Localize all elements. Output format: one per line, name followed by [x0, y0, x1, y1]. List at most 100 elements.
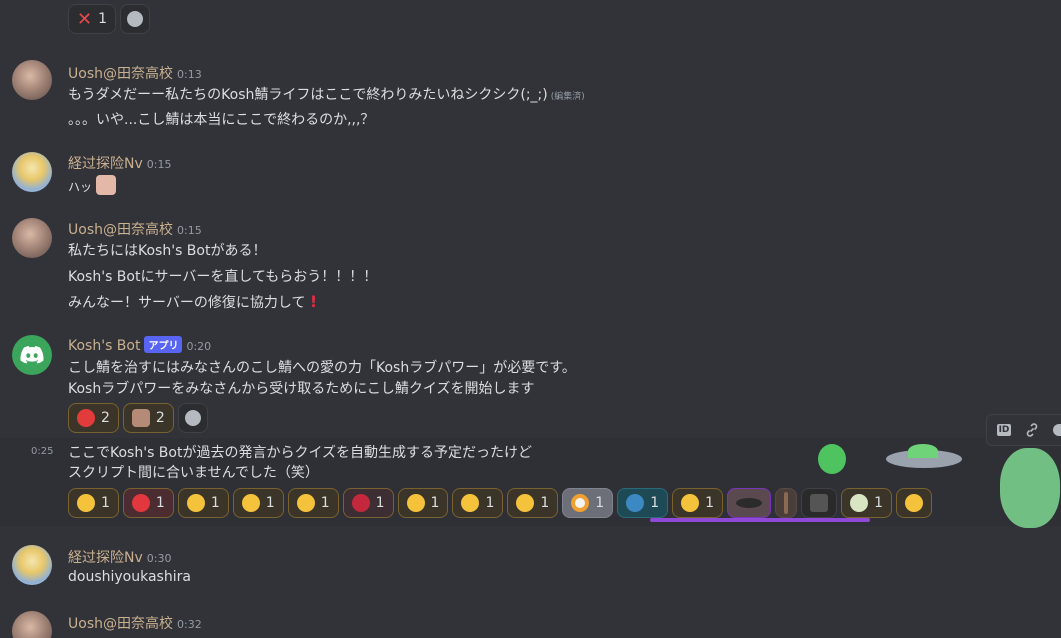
reaction-pleading-face[interactable]: 1 [68, 488, 119, 518]
message-author[interactable]: Uosh@田奈高校 0:32 [68, 613, 202, 633]
timestamp: 0:25 [31, 446, 54, 457]
reaction-brush-sticker[interactable] [775, 488, 798, 518]
face-sticker-icon [131, 409, 150, 427]
thinking-tear-face-icon [406, 494, 425, 512]
angry-face-icon [131, 494, 150, 512]
avatar[interactable] [12, 545, 52, 585]
avatar[interactable] [12, 611, 52, 638]
timestamp: 0:20 [186, 340, 212, 353]
message-line: ここでKosh's Botが過去の発言からクイズを自動生成する予定だったけど [68, 445, 533, 461]
message-line: こし鯖を治すにはみなさんのこし鯖への愛の力「Koshラブパワー」が必要です。 [68, 360, 576, 376]
image-sticker-icon [810, 494, 829, 512]
reaction-angry-blob[interactable]: 1 [342, 488, 394, 518]
grinning-face-icon [296, 494, 315, 512]
message-author[interactable]: Uosh@田奈高校 0:15 [68, 219, 202, 239]
timestamp: 0:32 [176, 618, 202, 631]
cross-mark-icon: ✕ [77, 8, 93, 30]
message-text: ハッ [68, 180, 93, 194]
brush-sticker-icon [784, 492, 789, 514]
reaction-bar-top: ✕ 1 [68, 4, 151, 34]
author-name[interactable]: 経过探险Nv [68, 156, 143, 172]
reaction-count: 1 [210, 495, 220, 511]
reaction-count: 1 [155, 495, 165, 511]
confounded-face-icon [186, 494, 205, 512]
timestamp: 0:15 [176, 224, 202, 237]
reaction-count: 1 [705, 495, 715, 511]
timestamp: 0:30 [146, 552, 172, 565]
reaction-count: 1 [540, 495, 550, 511]
reaction-count: 1 [650, 495, 660, 511]
message-author[interactable]: 経过探险Nv 0:15 [68, 153, 171, 173]
message-line: 。。。いや...こし鯖は本当にここで終わるのか,,,？ [68, 112, 375, 128]
upside-down-face-icon [241, 494, 260, 512]
reaction-count: 1 [375, 495, 385, 511]
add-reaction-button[interactable] [177, 403, 208, 433]
message-author[interactable]: Uosh@田奈高校 0:13 [68, 63, 202, 83]
reaction-bar: 2 2 [68, 403, 208, 433]
reaction-anime-face[interactable]: 1 [841, 488, 892, 518]
reaction-confounded-face[interactable]: 1 [177, 488, 229, 518]
reaction-smirk-face[interactable] [895, 488, 932, 518]
author-name[interactable]: Uosh@田奈高校 [68, 66, 173, 82]
author-name[interactable]: 経过探险Nv [68, 550, 143, 566]
sweat-smile-face-icon [461, 494, 480, 512]
reaction-grinning-face[interactable]: 1 [287, 488, 339, 518]
reaction-count: 1 [265, 495, 275, 511]
author-name[interactable]: Kosh's Bot [68, 338, 140, 354]
app-badge: アプリ [144, 336, 183, 353]
eye-sticker-icon [736, 498, 763, 508]
avatar[interactable] [12, 152, 52, 192]
smiley-add-icon [127, 11, 144, 27]
timestamp: 0:15 [146, 158, 172, 171]
grimacing-face-icon [516, 494, 535, 512]
reaction-upside-down-face[interactable]: 1 [232, 488, 284, 518]
reaction-image-sticker[interactable] [801, 488, 838, 518]
message-author[interactable]: Kosh's Bot アプリ 0:20 [68, 336, 211, 354]
smiling-face-icon [681, 494, 700, 512]
thread-icon[interactable] [1049, 419, 1061, 441]
message-line: Koshラブパワーをみなさんから受け取るためにこし鯖クイズを開始します [68, 381, 535, 397]
face-emoji-icon [96, 175, 117, 195]
reaction-sweat-smile-face[interactable]: 1 [452, 488, 504, 518]
message-line: Kosh's Botにサーバーを直してもらおう！！！！ [68, 269, 378, 285]
message-text: もうダメだーー私たちのKosh鯖ライフはここで終わりみたいねシクシク(;_;) [68, 87, 548, 103]
reaction-grimacing-face[interactable]: 1 [507, 488, 559, 518]
avatar[interactable] [12, 60, 52, 100]
reaction-eye-sticker[interactable] [727, 488, 772, 518]
reaction-thinking-tear-face[interactable]: 1 [397, 488, 449, 518]
reaction-fried-egg[interactable]: 1 [562, 488, 614, 518]
reaction-count: 2 [101, 410, 110, 426]
reaction-angry-face[interactable]: 1 [122, 488, 174, 518]
message-line: 私たちにはKosh's Botがある！ [68, 243, 267, 259]
globe-icon [626, 494, 645, 512]
red-blob-icon [77, 409, 95, 427]
reaction-count: 1 [485, 495, 495, 511]
reaction-cross-mark[interactable]: ✕ 1 [68, 4, 117, 34]
anime-face-icon [850, 494, 869, 512]
reaction-face-sticker[interactable]: 2 [122, 403, 174, 433]
add-reaction-button[interactable] [120, 4, 151, 34]
reaction-red-blob[interactable]: 2 [68, 403, 119, 433]
bot-avatar[interactable] [12, 335, 52, 375]
message-author[interactable]: 経过探险Nv 0:30 [68, 547, 171, 567]
fried-egg-icon [571, 494, 590, 512]
edited-label: (編集済) [550, 92, 585, 102]
reaction-count: 2 [155, 410, 165, 426]
reaction-count: 1 [874, 495, 883, 511]
reaction-bar: 1 1 1 1 1 1 1 1 1 1 1 1 1 [68, 488, 932, 518]
link-icon[interactable] [1021, 419, 1043, 441]
author-name[interactable]: Uosh@田奈高校 [68, 616, 173, 632]
reaction-smiling-face[interactable]: 1 [672, 488, 724, 518]
avatar[interactable] [12, 218, 52, 258]
author-name[interactable]: Uosh@田奈高校 [68, 222, 173, 238]
reaction-globe[interactable]: 1 [617, 488, 669, 518]
id-icon[interactable]: ID [993, 419, 1015, 441]
message-line: スクリプト間に合いませんでした（笑） [68, 465, 319, 481]
smirk-face-icon [904, 494, 923, 512]
discord-logo-icon [20, 346, 44, 364]
pleading-face-icon [77, 494, 95, 512]
reaction-count: 1 [595, 495, 605, 511]
exclamation-icon: ! [309, 292, 318, 311]
smiley-add-icon [184, 410, 201, 426]
green-splash-icon [1000, 448, 1060, 528]
